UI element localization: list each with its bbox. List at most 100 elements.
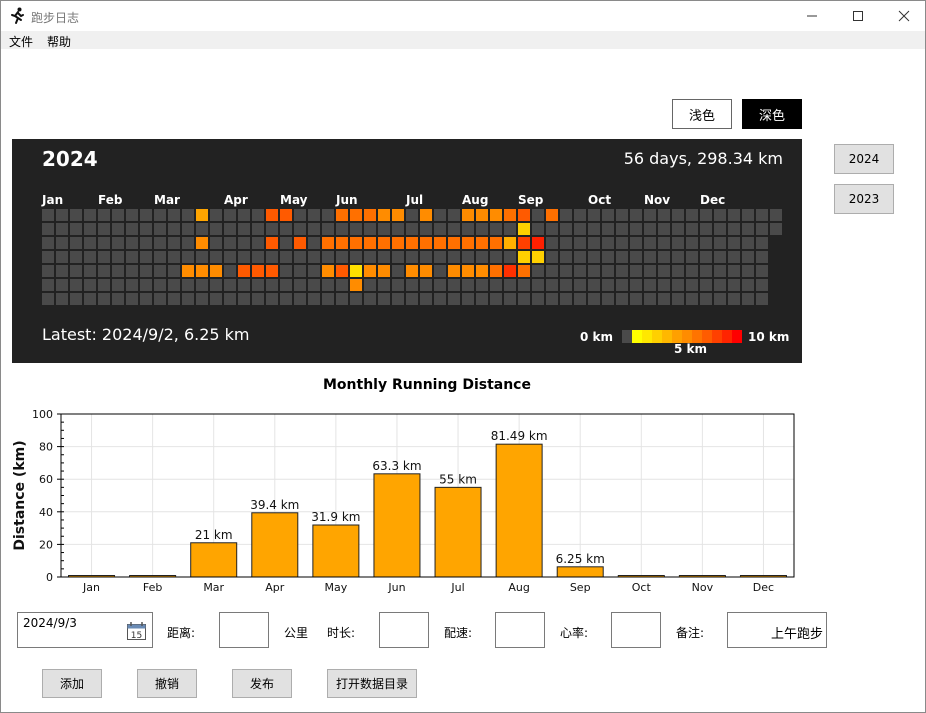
heatmap-day-cell xyxy=(98,237,110,249)
distance-input[interactable] xyxy=(219,612,269,648)
heatmap-day-cell xyxy=(392,265,404,277)
maximize-button[interactable] xyxy=(835,1,881,31)
legend-color-segment xyxy=(652,330,662,343)
heatmap-day-cell xyxy=(560,279,572,291)
light-theme-button[interactable]: 浅色 xyxy=(672,99,732,129)
heatmap-day-cell xyxy=(154,237,166,249)
heatmap-day-cell xyxy=(756,279,768,291)
heatmap-day-cell xyxy=(616,293,628,305)
heatmap-day-cell xyxy=(280,237,292,249)
heatmap-month-label: Jul xyxy=(406,193,424,207)
heatmap-day-cell xyxy=(658,293,670,305)
heatmap-day-cell xyxy=(588,279,600,291)
heatmap-day-cell xyxy=(154,293,166,305)
x-tick-label: Mar xyxy=(203,581,224,594)
heatmap-legend: 0 km 10 km 5 km xyxy=(572,329,802,359)
title-bar[interactable]: 跑步日志 xyxy=(1,1,925,31)
heatmap-day-cell xyxy=(140,237,152,249)
heatmap-day-cell xyxy=(336,293,348,305)
y-tick-label: 0 xyxy=(46,571,53,584)
date-picker[interactable]: 2024/9/3 15 xyxy=(17,612,153,648)
bar-jun xyxy=(373,473,421,578)
heatmap-day-cell xyxy=(266,251,278,263)
heatmap-day-cell xyxy=(770,209,782,221)
x-tick-label: Dec xyxy=(753,581,774,594)
heatmap-day-cell xyxy=(280,209,292,221)
undo-button[interactable]: 撤销 xyxy=(137,669,197,698)
heatmap-day-cell xyxy=(462,265,474,277)
heatmap-day-cell xyxy=(42,279,54,291)
minimize-button[interactable] xyxy=(789,1,835,31)
heatmap-day-cell xyxy=(658,209,670,221)
heatmap-day-cell xyxy=(322,251,334,263)
heatmap-day-cell xyxy=(280,293,292,305)
heatmap-day-cell xyxy=(392,251,404,263)
heatmap-month-row: Jan Feb Mar Apr May Jun Jul Aug Sep Oct … xyxy=(12,193,802,207)
heatmap-month-label: Sep xyxy=(518,193,544,207)
heatmap-day-cell xyxy=(112,251,124,263)
heatmap-day-cell xyxy=(336,223,348,235)
calendar-icon[interactable]: 15 xyxy=(127,622,146,640)
menu-bar: 文件 帮助 xyxy=(1,31,925,49)
heatmap-day-cell xyxy=(98,209,110,221)
heatmap-day-cell xyxy=(672,237,684,249)
bar-sep xyxy=(556,566,604,578)
heatmap-month-label: Mar xyxy=(154,193,180,207)
heatmap-day-cell xyxy=(224,223,236,235)
heatmap-day-cell xyxy=(42,265,54,277)
menu-help[interactable]: 帮助 xyxy=(47,33,71,50)
heatmap-day-cell xyxy=(714,251,726,263)
open-data-dir-button[interactable]: 打开数据目录 xyxy=(327,669,417,698)
heatmap-day-cell xyxy=(84,251,96,263)
heatmap-day-cell xyxy=(112,293,124,305)
heatmap-day-cell xyxy=(364,265,376,277)
publish-button[interactable]: 发布 xyxy=(232,669,292,698)
heart-rate-input[interactable] xyxy=(611,612,661,648)
year-button-2023[interactable]: 2023 xyxy=(834,184,894,214)
heatmap-day-cell xyxy=(406,237,418,249)
close-button[interactable] xyxy=(881,1,926,31)
heatmap-day-cell xyxy=(742,237,754,249)
heatmap-day-cell xyxy=(728,265,740,277)
heatmap-day-cell xyxy=(560,293,572,305)
duration-input[interactable] xyxy=(379,612,429,648)
heatmap-day-cell xyxy=(714,293,726,305)
heatmap-day-cell xyxy=(714,265,726,277)
heatmap-day-cell xyxy=(756,237,768,249)
heatmap-day-cell xyxy=(630,265,642,277)
heatmap-day-cell xyxy=(406,265,418,277)
heatmap-day-cell xyxy=(56,237,68,249)
heatmap-day-cell xyxy=(56,209,68,221)
dark-theme-button[interactable]: 深色 xyxy=(742,99,802,129)
heatmap-day-cell xyxy=(392,223,404,235)
heatmap-day-cell xyxy=(308,251,320,263)
year-button-2024[interactable]: 2024 xyxy=(834,144,894,174)
bar-aug xyxy=(495,443,543,578)
note-input[interactable]: 上午跑步 xyxy=(727,612,827,648)
heatmap-day-cell xyxy=(574,279,586,291)
heatmap-day-cell xyxy=(658,237,670,249)
heatmap-day-cell xyxy=(434,265,446,277)
heatmap-day-cell xyxy=(644,293,656,305)
heatmap-day-cell xyxy=(70,279,82,291)
heatmap-day-cell xyxy=(224,279,236,291)
heatmap-day-cell xyxy=(672,251,684,263)
heatmap-day-cell xyxy=(98,279,110,291)
heatmap-day-cell xyxy=(70,293,82,305)
add-button[interactable]: 添加 xyxy=(42,669,102,698)
heatmap-day-cell xyxy=(238,237,250,249)
x-tick-label: Jul xyxy=(450,581,464,594)
heatmap-day-cell xyxy=(658,223,670,235)
heatmap-day-cell xyxy=(728,293,740,305)
heatmap-day-cell xyxy=(462,293,474,305)
heatmap-day-cell xyxy=(126,265,138,277)
heatmap-day-cell xyxy=(504,279,516,291)
heatmap-day-cell xyxy=(350,223,362,235)
heatmap-day-cell xyxy=(56,223,68,235)
menu-file[interactable]: 文件 xyxy=(9,33,33,50)
heatmap-day-cell xyxy=(476,209,488,221)
heatmap-day-cell xyxy=(210,293,222,305)
pace-input[interactable] xyxy=(495,612,545,648)
heatmap-day-cell xyxy=(196,251,208,263)
heatmap-day-cell xyxy=(196,265,208,277)
